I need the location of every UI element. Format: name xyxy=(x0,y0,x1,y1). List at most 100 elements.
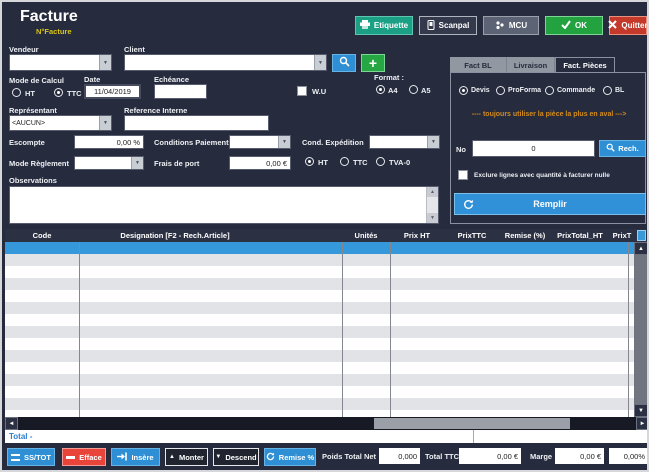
col-prix-ht[interactable]: Prix HT xyxy=(404,229,430,242)
table-header: Code Designation [F2 - Rech.Article] Uni… xyxy=(5,229,649,242)
conditions-paiement-select[interactable]: ▼ xyxy=(229,135,291,149)
scroll-left-button[interactable]: ◄ xyxy=(5,417,18,430)
efface-button[interactable]: Efface xyxy=(62,448,106,466)
radio-commande-label: Commande xyxy=(557,87,595,94)
radio-commande[interactable] xyxy=(545,86,554,95)
tab-fact-pieces[interactable]: Fact. Pièces xyxy=(555,57,615,73)
radio-tva-ht[interactable] xyxy=(305,157,314,166)
radio-tva-0[interactable] xyxy=(376,157,385,166)
remplir-button[interactable]: Remplir xyxy=(454,193,646,215)
date-input[interactable]: 11/04/2019 xyxy=(84,84,141,99)
insere-label: Insère xyxy=(131,453,153,462)
total-ttc-input[interactable]: 0,00 € xyxy=(459,448,521,464)
close-icon xyxy=(608,20,617,31)
frais-port-input[interactable]: 0,00 € xyxy=(229,156,291,170)
wu-checkbox[interactable] xyxy=(297,86,307,96)
radio-tva-ht-label: HT xyxy=(318,158,328,167)
radio-ht-label: HT xyxy=(25,89,35,98)
client-search-button[interactable] xyxy=(332,54,356,72)
search-icon xyxy=(339,54,350,72)
col-code[interactable]: Code xyxy=(33,229,52,242)
rech-button[interactable]: Rech. xyxy=(599,140,646,157)
tab-livraison[interactable]: Livraison xyxy=(507,57,555,73)
scroll-down-icon[interactable]: ▼ xyxy=(427,213,438,223)
observations-scrollbar[interactable]: ▲ ▼ xyxy=(426,187,438,223)
radio-devis[interactable] xyxy=(459,86,468,95)
ok-button[interactable]: OK xyxy=(545,16,603,35)
monter-button[interactable]: ▲ Monter xyxy=(165,448,208,466)
column-config-icon[interactable] xyxy=(637,230,646,241)
tab-fact-pieces-label: Fact. Pièces xyxy=(563,61,606,70)
chevron-down-icon: ▼ xyxy=(99,55,111,70)
poids-input[interactable]: 0,000 xyxy=(379,448,420,464)
no-input[interactable]: 0 xyxy=(472,140,595,157)
representant-select[interactable]: <AUCUN>▼ xyxy=(9,115,112,131)
col-designation[interactable]: Designation [F2 - Rech.Article] xyxy=(120,229,229,242)
table-body[interactable] xyxy=(5,254,634,417)
format-label: Format : xyxy=(374,73,404,82)
monter-label: Monter xyxy=(179,453,204,462)
scanpal-button[interactable]: Scanpal xyxy=(419,16,477,35)
mcu-button[interactable]: MCU xyxy=(483,16,539,35)
scroll-down-button[interactable]: ▼ xyxy=(634,404,648,417)
chevron-down-icon: ▼ xyxy=(99,116,111,130)
radio-proforma[interactable] xyxy=(496,86,505,95)
insere-button[interactable]: Insère xyxy=(111,448,160,466)
col-unites[interactable]: Unités xyxy=(355,229,378,242)
no-label: No xyxy=(456,145,466,154)
hscroll-thumb[interactable] xyxy=(374,418,570,429)
list-icon xyxy=(11,454,20,461)
col-prix-t[interactable]: PrixT xyxy=(613,229,632,242)
conditions-paiement-label: Conditions Paiement xyxy=(154,138,229,147)
descend-button[interactable]: ▼ Descend xyxy=(213,448,259,466)
table-row-selected[interactable] xyxy=(5,242,634,254)
radio-a5[interactable] xyxy=(409,85,418,94)
table-hscrollbar[interactable]: ◄ ► xyxy=(5,417,649,430)
mode-reglement-select[interactable]: ▼ xyxy=(74,156,144,170)
column-separator xyxy=(342,242,343,417)
quitter-button[interactable]: Quitter xyxy=(609,16,647,35)
etiquette-button[interactable]: Etiquette xyxy=(355,16,413,35)
up-arrow-icon: ▲ xyxy=(169,454,175,460)
cond-expedition-select[interactable]: ▼ xyxy=(369,135,440,149)
ss-tot-button[interactable]: SS/TOT xyxy=(7,448,55,466)
client-select[interactable]: ▼ xyxy=(124,54,327,71)
radio-tva-ttc[interactable] xyxy=(340,157,349,166)
echeance-input[interactable] xyxy=(154,84,207,99)
minus-icon xyxy=(66,456,75,459)
col-prix-total-ht[interactable]: PrixTotal_HT xyxy=(557,229,603,242)
poids-label: Poids Total Net xyxy=(322,452,376,461)
observations-textarea[interactable]: ▲ ▼ xyxy=(9,186,439,224)
vendeur-select[interactable]: ▼ xyxy=(9,54,112,71)
efface-label: Efface xyxy=(79,453,102,462)
marge-pct-input[interactable]: 0,00% xyxy=(609,448,648,464)
ss-tot-label: SS/TOT xyxy=(24,453,51,462)
printer-icon xyxy=(360,20,370,31)
remise-button[interactable]: Remise % xyxy=(264,448,316,466)
exclude-checkbox[interactable] xyxy=(458,170,468,180)
invoice-number-label: N°Facture xyxy=(36,27,72,36)
escompte-input[interactable]: 0,00 % xyxy=(74,135,144,149)
radio-a4[interactable] xyxy=(376,85,385,94)
tab-fact-bl[interactable]: Fact BL xyxy=(450,57,507,73)
radio-a5-label: A5 xyxy=(421,86,431,95)
scanpal-label: Scanpal xyxy=(439,21,470,30)
add-client-button[interactable]: + xyxy=(361,54,385,72)
scroll-up-button[interactable]: ▲ xyxy=(634,242,648,255)
radio-bl[interactable] xyxy=(603,86,612,95)
insert-arrow-icon xyxy=(117,452,127,463)
scroll-up-icon[interactable]: ▲ xyxy=(427,187,438,197)
table-vscrollbar[interactable]: ▲ ▼ xyxy=(634,242,648,417)
marge-input[interactable]: 0,00 € xyxy=(555,448,604,464)
radio-ttc[interactable] xyxy=(54,88,63,97)
ok-label: OK xyxy=(575,21,587,30)
etiquette-label: Etiquette xyxy=(374,21,408,30)
exclude-label: Exclure lignes avec quantité à facturer … xyxy=(474,172,610,179)
scroll-right-button[interactable]: ► xyxy=(636,417,649,430)
reference-interne-input[interactable] xyxy=(124,115,269,131)
radio-devis-label: Devis xyxy=(471,87,490,94)
radio-ht[interactable] xyxy=(12,88,21,97)
refresh-icon xyxy=(463,199,474,212)
col-prix-ttc[interactable]: PrixTTC xyxy=(458,229,487,242)
col-remise[interactable]: Remise (%) xyxy=(505,229,545,242)
